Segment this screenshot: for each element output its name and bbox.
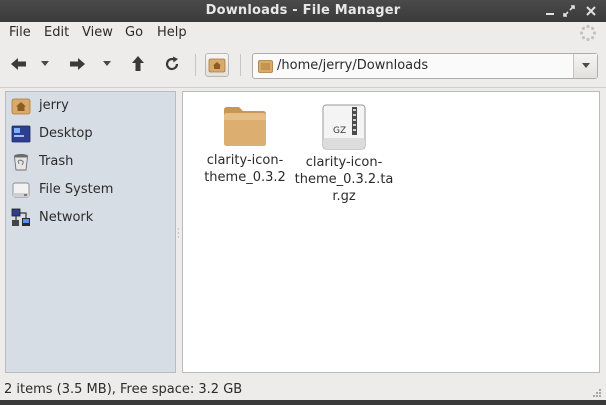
status-text: 2 items (3.5 MB), Free space: 3.2 GB [4, 382, 243, 397]
resize-grip-icon[interactable] [590, 386, 602, 398]
forward-button[interactable] [66, 53, 88, 75]
title-bar[interactable]: Downloads - File Manager [0, 0, 606, 22]
toolbar-separator [240, 54, 241, 76]
forward-history-button[interactable] [100, 53, 114, 75]
sidebar-item-label: File System [39, 182, 114, 197]
chevron-down-icon [41, 61, 49, 66]
home-folder-icon [208, 58, 226, 73]
folder-icon [258, 60, 273, 73]
file-item-archive[interactable]: GZ clarity-icon-theme_0.3.2.tar.gz [294, 104, 394, 205]
file-manager-window: Downloads - File Manager File Edit View … [0, 0, 606, 405]
back-arrow-icon [11, 58, 26, 70]
window-bottom-edge [0, 400, 606, 405]
places-sidebar: jerry Desktop Trash File System Network [5, 91, 176, 373]
sidebar-item-file-system[interactable]: File System [6, 176, 175, 204]
desktop-icon [11, 125, 31, 143]
menu-file[interactable]: File [9, 25, 31, 40]
status-bar: 2 items (3.5 MB), Free space: 3.2 GB [0, 380, 606, 400]
folder-icon [224, 107, 266, 146]
menu-view[interactable]: View [82, 25, 113, 40]
sidebar-item-label: Trash [39, 154, 74, 169]
sidebar-item-label: Network [39, 210, 94, 225]
menu-help[interactable]: Help [157, 25, 187, 40]
file-view[interactable]: clarity-icon-theme_0.3.2 GZ clarity-icon… [182, 91, 600, 373]
sidebar-item-label: Desktop [39, 126, 93, 141]
forward-arrow-icon [70, 58, 85, 70]
menu-go[interactable]: Go [125, 25, 143, 40]
home-folder-icon [11, 98, 31, 115]
network-icon [11, 208, 30, 226]
location-path[interactable]: /home/jerry/Downloads [277, 58, 428, 73]
up-button[interactable] [127, 53, 149, 75]
sidebar-item-jerry[interactable]: jerry [6, 92, 175, 120]
up-arrow-icon [132, 56, 144, 71]
trash-icon [13, 154, 29, 171]
reload-button[interactable] [161, 53, 183, 75]
location-bar[interactable]: /home/jerry/Downloads [252, 53, 598, 79]
close-icon[interactable] [584, 4, 598, 18]
file-name: clarity-icon-theme_0.3.2.tar.gz [294, 155, 394, 204]
menu-edit[interactable]: Edit [44, 25, 69, 40]
maximize-icon[interactable] [562, 4, 576, 18]
back-history-button[interactable] [38, 53, 52, 75]
sidebar-item-label: jerry [39, 98, 69, 113]
file-item-folder[interactable]: clarity-icon-theme_0.3.2 [195, 104, 295, 186]
reload-icon [165, 56, 179, 71]
back-button[interactable] [8, 53, 30, 75]
sidebar-item-network[interactable]: Network [6, 204, 175, 232]
gz-archive-icon: GZ [322, 104, 366, 150]
home-button[interactable] [205, 53, 229, 77]
toolbar-separator [195, 54, 196, 76]
file-name: clarity-icon-theme_0.3.2 [204, 153, 286, 185]
chevron-down-icon [103, 61, 111, 66]
busy-spinner-icon [579, 24, 597, 42]
gz-badge: GZ [333, 126, 346, 136]
pane-splitter-handle[interactable]: · · · [177, 226, 181, 242]
sidebar-item-trash[interactable]: Trash [6, 148, 175, 176]
location-dropdown-button[interactable] [573, 54, 597, 78]
menu-bar: File Edit View Go Help [0, 22, 606, 44]
chevron-down-icon [581, 63, 590, 68]
window-title: Downloads - File Manager [205, 3, 401, 18]
drive-icon [12, 182, 30, 198]
minimize-icon[interactable] [543, 4, 557, 18]
sidebar-item-desktop[interactable]: Desktop [6, 120, 175, 148]
